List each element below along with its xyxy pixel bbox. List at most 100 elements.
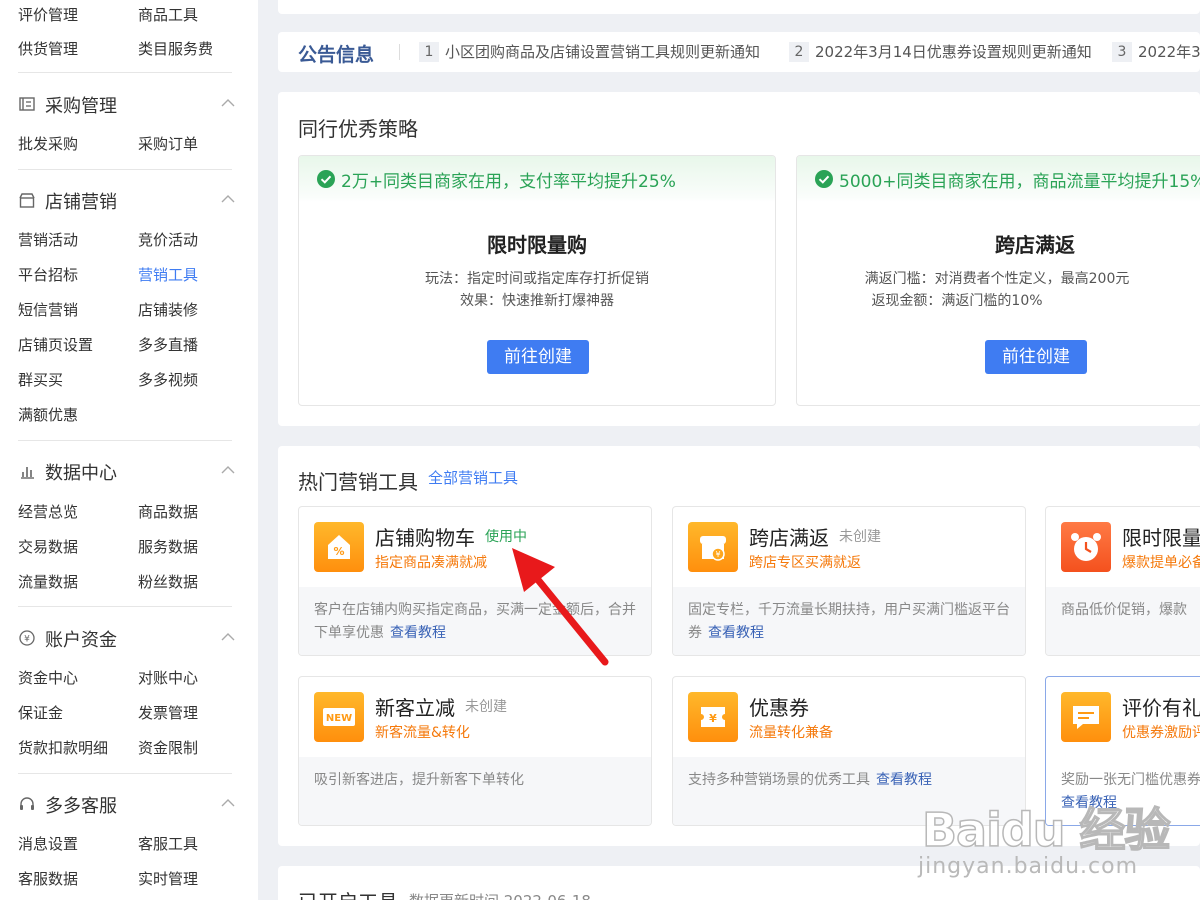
sidebar-item-cs-tools[interactable]: 客服工具 — [138, 833, 198, 854]
sidebar-item-realtime[interactable]: 实时管理 — [138, 868, 198, 889]
tool-description: 客户在店铺内购买指定商品，买满一定金额后，合并下单享优惠 查看教程 — [299, 587, 651, 655]
chevron-up-icon[interactable] — [220, 795, 236, 809]
sidebar-item-category-fee[interactable]: 类目服务费 — [138, 38, 213, 59]
sidebar-item-fund-center[interactable]: 资金中心 — [18, 667, 78, 688]
tool-card-shop-cart[interactable]: % 店铺购物车 使用中 指定商品凑满就减 客户在店铺内购买指定商品，买满一定金额… — [298, 506, 652, 656]
sidebar-section-customer-service[interactable]: 多多客服 — [18, 792, 236, 817]
chevron-up-icon[interactable] — [220, 629, 236, 643]
tool-name: 评价有礼 — [1122, 696, 1200, 720]
peer-strategies-panel: 同行优秀策略 2万+同类目商家在用，支付率平均提升25% 限时限量购 玩法：指定… — [278, 92, 1200, 426]
divider — [399, 44, 400, 60]
sidebar-item-fan-data[interactable]: 粉丝数据 — [138, 571, 198, 592]
tutorial-link[interactable]: 查看教程 — [876, 772, 932, 788]
sidebar-item-traffic-data[interactable]: 流量数据 — [18, 571, 78, 592]
bar-chart-icon — [18, 462, 36, 480]
sidebar-item-fund-limit[interactable]: 资金限制 — [138, 737, 198, 758]
sidebar-divider — [18, 440, 232, 441]
sidebar-section-title: 店铺营销 — [45, 192, 117, 213]
sidebar-section-procurement[interactable]: 采购管理 — [18, 92, 236, 117]
tutorial-link[interactable]: 查看教程 — [1061, 795, 1117, 811]
section-title: 同行优秀策略 — [298, 117, 418, 141]
svg-text:¥: ¥ — [24, 635, 30, 645]
sidebar-item-live[interactable]: 多多直播 — [138, 334, 198, 355]
tool-name: 新客立减 — [375, 696, 455, 720]
sidebar-divider — [18, 773, 232, 774]
sidebar-item-sms-marketing[interactable]: 短信营销 — [18, 299, 78, 320]
tool-description: 商品低价促销，爆款 — [1046, 587, 1200, 655]
sidebar-item-purchase-orders[interactable]: 采购订单 — [138, 133, 198, 154]
all-tools-link[interactable]: 全部营销工具 — [428, 467, 518, 488]
tutorial-link[interactable]: 查看教程 — [708, 625, 764, 641]
sidebar-item-wholesale[interactable]: 批发采购 — [18, 133, 78, 154]
sidebar-section-data-center[interactable]: 数据中心 — [18, 459, 236, 484]
sidebar-item-platform-tender[interactable]: 平台招标 — [18, 264, 78, 285]
sidebar-item-deposit[interactable]: 保证金 — [18, 702, 63, 723]
strategy-card: 2万+同类目商家在用，支付率平均提升25% 限时限量购 玩法：指定时间或指定库存… — [298, 155, 776, 406]
section-title: 已开启工具 — [298, 886, 398, 900]
tool-subtitle: 爆款提单必备 — [1122, 555, 1200, 571]
announcement-text: 2022年3月14日优惠券设置规则更新通知 — [815, 43, 1092, 61]
tool-subtitle: 跨店专区买满就返 — [749, 555, 861, 571]
sidebar: 评价管理 商品工具 供货管理 类目服务费 采购管理 批发采购 采购订单 店铺营销… — [0, 0, 258, 900]
sidebar-section-account-funds[interactable]: ¥ 账户资金 — [18, 626, 236, 651]
tool-card-cross-store-rebate[interactable]: ¥ 跨店满返 未创建 跨店专区买满就返 固定专栏，千万流量长期扶持，用户买满门槛… — [672, 506, 1026, 656]
check-circle-icon — [317, 170, 335, 188]
tool-description-text: 支持多种营销场景的优秀工具 — [688, 772, 870, 788]
chevron-up-icon[interactable] — [220, 95, 236, 109]
chevron-up-icon[interactable] — [220, 462, 236, 476]
shopping-cart-tag-icon: % — [314, 522, 364, 572]
create-button[interactable]: 前往创建 — [487, 340, 589, 374]
update-time: 数据更新时间 2022-06-18 — [409, 890, 591, 900]
tool-description: 支持多种营销场景的优秀工具 查看教程 — [673, 757, 1025, 825]
announcement-item[interactable]: 3 2022年3 — [1112, 42, 1200, 62]
check-circle-icon — [815, 170, 833, 188]
sidebar-item-reconciliation[interactable]: 对账中心 — [138, 667, 198, 688]
sidebar-item-product-tools[interactable]: 商品工具 — [138, 4, 198, 25]
sidebar-item-video[interactable]: 多多视频 — [138, 369, 198, 390]
sidebar-item-invoice[interactable]: 发票管理 — [138, 702, 198, 723]
sidebar-item-overview[interactable]: 经营总览 — [18, 501, 78, 522]
tutorial-link[interactable]: 查看教程 — [390, 625, 446, 641]
sidebar-item-review-mgmt[interactable]: 评价管理 — [18, 4, 78, 25]
tool-description-text: 客户在店铺内购买指定商品，买满一定金额后，合并下单享优惠 — [314, 602, 636, 641]
sidebar-divider — [18, 72, 232, 73]
new-badge-icon: NEW — [314, 692, 364, 742]
announcement-title: 公告信息 — [298, 44, 375, 66]
tool-subtitle: 优惠券激励评 — [1122, 725, 1200, 741]
announcement-bar: 公告信息 1 小区团购商品及店铺设置营销工具规则更新通知 2 2022年3月14日优… — [278, 32, 1200, 72]
tool-card-coupon[interactable]: ¥ 优惠券 流量转化兼备 支持多种营销场景的优秀工具 查看教程 — [672, 676, 1026, 826]
sidebar-item-service-data[interactable]: 服务数据 — [138, 536, 198, 557]
tool-card-limited-time[interactable]: 限时限量 爆款提单必备 商品低价促销，爆款 — [1045, 506, 1200, 656]
coupon-icon: ¥ — [688, 692, 738, 742]
tool-card-new-customer[interactable]: NEW 新客立减 未创建 新客流量&转化 吸引新客进店，提升新客下单转化 — [298, 676, 652, 826]
tool-status-badge: 使用中 — [485, 529, 527, 545]
sidebar-item-trade-data[interactable]: 交易数据 — [18, 536, 78, 557]
sidebar-item-message-settings[interactable]: 消息设置 — [18, 833, 78, 854]
sidebar-section-title: 多多客服 — [45, 796, 117, 817]
sidebar-item-group-buy[interactable]: 群买买 — [18, 369, 63, 390]
announcement-number: 1 — [419, 42, 439, 62]
svg-text:NEW: NEW — [326, 713, 352, 724]
sidebar-item-marketing-events[interactable]: 营销活动 — [18, 229, 78, 250]
sidebar-item-supply-mgmt[interactable]: 供货管理 — [18, 38, 78, 59]
tool-name: 跨店满返 — [749, 526, 829, 550]
sidebar-item-store-decoration[interactable]: 店铺装修 — [138, 299, 198, 320]
create-button[interactable]: 前往创建 — [985, 340, 1087, 374]
sidebar-item-deduction-detail[interactable]: 货款扣款明细 — [18, 737, 108, 758]
strategy-name: 限时限量购 — [487, 233, 587, 257]
sidebar-item-bidding[interactable]: 竞价活动 — [138, 229, 198, 250]
sidebar-item-cs-data[interactable]: 客服数据 — [18, 868, 78, 889]
sidebar-item-store-page-settings[interactable]: 店铺页设置 — [18, 334, 93, 355]
procurement-icon — [18, 95, 36, 113]
sidebar-item-marketing-tools[interactable]: 营销工具 — [138, 264, 198, 285]
section-title: 热门营销工具 — [298, 470, 418, 494]
sidebar-item-full-discount[interactable]: 满额优惠 — [18, 404, 78, 425]
announcement-item[interactable]: 1 小区团购商品及店铺设置营销工具规则更新通知 — [419, 42, 760, 62]
tool-card-review-reward[interactable]: 评价有礼 优惠券激励评 奖励一张无门槛优惠券 查看教程 — [1045, 676, 1200, 826]
announcement-item[interactable]: 2 2022年3月14日优惠券设置规则更新通知 — [789, 42, 1092, 62]
sidebar-divider — [18, 169, 232, 170]
chevron-up-icon[interactable] — [220, 191, 236, 205]
tool-description: 吸引新客进店，提升新客下单转化 — [299, 757, 651, 825]
sidebar-item-product-data[interactable]: 商品数据 — [138, 501, 198, 522]
sidebar-section-store-marketing[interactable]: 店铺营销 — [18, 188, 236, 213]
